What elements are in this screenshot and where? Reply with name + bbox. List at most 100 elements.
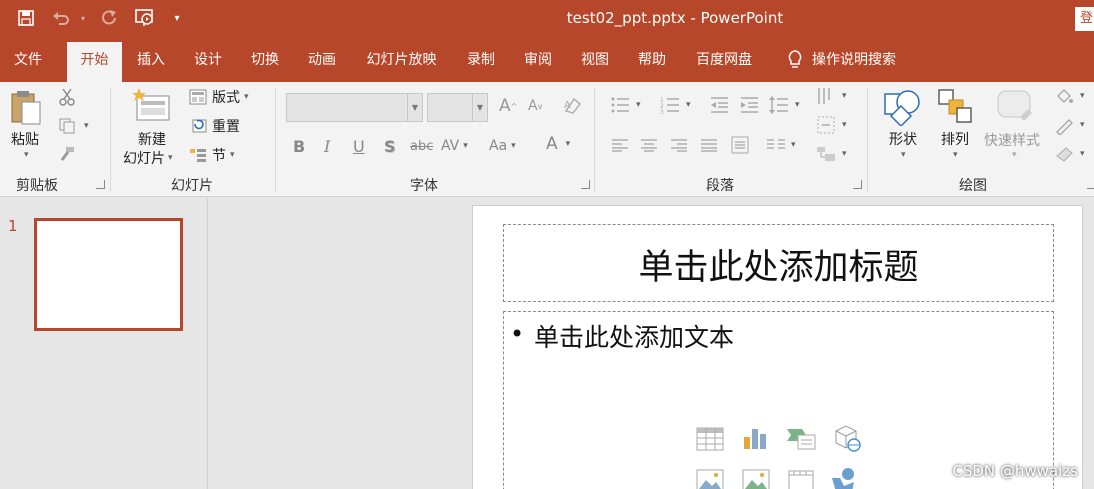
- sign-in-button[interactable]: 登: [1075, 7, 1094, 31]
- save-icon[interactable]: [14, 6, 38, 30]
- group-separator: [275, 88, 276, 192]
- arrange-dropdown-icon[interactable]: ▾: [953, 150, 958, 160]
- arrange-icon[interactable]: [937, 88, 975, 130]
- insert-chart-icon[interactable]: [742, 425, 768, 455]
- character-spacing-button[interactable]: AV ▾: [441, 135, 468, 157]
- case-glyph: Aa: [489, 138, 508, 154]
- shrink-font-glyph: A: [528, 98, 538, 114]
- chevron-down-icon: ▼: [472, 94, 487, 121]
- tab-record[interactable]: 录制: [456, 42, 506, 82]
- underline-button[interactable]: U: [353, 135, 365, 157]
- align-text-icon[interactable]: ▾: [816, 115, 847, 135]
- content-placeholder-text: 单击此处添加文本: [534, 323, 735, 352]
- font-launcher-icon[interactable]: [581, 180, 590, 189]
- insert-video-icon[interactable]: [788, 469, 814, 489]
- group-separator: [594, 88, 595, 192]
- insert-picture-icon[interactable]: [696, 469, 724, 489]
- new-slide-icon[interactable]: [132, 88, 173, 128]
- slide-number: 1: [8, 217, 18, 235]
- quick-styles-dropdown-icon[interactable]: ▾: [1012, 150, 1017, 160]
- drawing-launcher-icon[interactable]: [1087, 180, 1094, 189]
- clipboard-launcher-icon[interactable]: [96, 180, 105, 189]
- tab-baidu-netdisk[interactable]: 百度网盘: [684, 42, 764, 82]
- insert-icons-icon[interactable]: [830, 466, 860, 489]
- format-painter-icon[interactable]: [58, 145, 76, 163]
- clear-formatting-icon[interactable]: A: [563, 96, 583, 116]
- justify-icon[interactable]: [701, 138, 717, 152]
- increase-indent-icon[interactable]: [739, 96, 759, 114]
- font-name-select[interactable]: ▼: [286, 93, 423, 122]
- copy-icon[interactable]: ▾: [58, 117, 89, 135]
- tab-help[interactable]: 帮助: [627, 42, 677, 82]
- tab-slideshow[interactable]: 幻灯片放映: [355, 42, 448, 82]
- decrease-indent-icon[interactable]: [709, 96, 729, 114]
- insert-smartart-icon[interactable]: [786, 425, 816, 455]
- shape-effects-icon[interactable]: ▾: [1054, 144, 1085, 164]
- tab-design[interactable]: 设计: [183, 42, 233, 82]
- layout-button[interactable]: 版式 ▾: [189, 87, 249, 107]
- slide-canvas[interactable]: 单击此处添加标题 • 单击此处添加文本: [472, 205, 1083, 489]
- paste-icon[interactable]: [8, 88, 48, 128]
- increase-font-size-button[interactable]: A ^: [499, 96, 517, 116]
- align-right-icon[interactable]: [671, 138, 687, 152]
- insert-table-icon[interactable]: [696, 427, 724, 455]
- section-button[interactable]: 节 ▾: [189, 145, 235, 165]
- undo-icon[interactable]: [50, 6, 72, 30]
- quick-styles-icon[interactable]: [994, 89, 1034, 129]
- distributed-icon[interactable]: [731, 136, 749, 154]
- bold-button[interactable]: B: [293, 135, 305, 157]
- tab-view[interactable]: 视图: [570, 42, 620, 82]
- title-placeholder-text: 单击此处添加标题: [638, 248, 919, 288]
- font-size-select[interactable]: ▼: [427, 93, 488, 122]
- customize-qat-icon[interactable]: ▾: [170, 6, 184, 30]
- arrange-button[interactable]: 排列: [941, 129, 969, 149]
- text-shadow-button[interactable]: S: [384, 135, 396, 157]
- reset-button[interactable]: 重置: [189, 116, 240, 136]
- new-slide-label-1[interactable]: 新建: [138, 129, 166, 149]
- cut-icon[interactable]: [58, 87, 76, 107]
- slide-thumbnail[interactable]: [34, 218, 183, 331]
- new-slide-label-2[interactable]: 幻灯片 ▾: [123, 148, 173, 168]
- align-center-icon[interactable]: [641, 138, 657, 152]
- shape-fill-icon[interactable]: ▾: [1054, 86, 1085, 106]
- start-from-beginning-icon[interactable]: [133, 6, 157, 30]
- paste-dropdown-icon[interactable]: ▾: [24, 150, 29, 160]
- tab-home[interactable]: 开始: [67, 42, 122, 82]
- tab-animations[interactable]: 动画: [297, 42, 347, 82]
- change-case-button[interactable]: Aa ▾: [489, 135, 516, 157]
- paste-button[interactable]: 粘贴: [11, 129, 39, 149]
- decrease-font-size-button[interactable]: Av: [528, 98, 542, 114]
- bullets-icon[interactable]: ▾: [610, 96, 641, 114]
- title-placeholder[interactable]: 单击此处添加标题: [503, 224, 1054, 302]
- quick-styles-button[interactable]: 快速样式: [984, 130, 1040, 150]
- strikethrough-button[interactable]: abc: [410, 135, 433, 157]
- insert-3d-model-icon[interactable]: [832, 423, 862, 457]
- text-direction-icon[interactable]: ▾: [816, 86, 847, 106]
- shape-outline-icon[interactable]: ▾: [1054, 115, 1085, 135]
- paragraph-launcher-icon[interactable]: [853, 180, 862, 189]
- font-color-button[interactable]: A ▾: [546, 133, 570, 155]
- chevron-down-icon: ▼: [407, 94, 422, 121]
- align-left-icon[interactable]: [612, 138, 628, 152]
- undo-dropdown-icon[interactable]: ▾: [77, 6, 89, 30]
- group-label-font: 字体: [410, 178, 438, 194]
- insert-stock-images-icon[interactable]: [742, 469, 770, 489]
- tab-file[interactable]: 文件: [0, 42, 56, 82]
- numbering-icon[interactable]: 1 2 3 ▾: [660, 96, 691, 114]
- bullet-glyph: •: [510, 320, 525, 348]
- tab-review[interactable]: 审阅: [513, 42, 563, 82]
- ribbon-tabs: 文件 开始 插入 设计 切换 动画 幻灯片放映 录制 审阅 视图 帮助 百度网盘…: [0, 37, 1094, 82]
- shapes-button[interactable]: 形状: [889, 129, 917, 149]
- new-slide-label-2-text: 幻灯片: [123, 151, 165, 167]
- tab-transitions[interactable]: 切换: [240, 42, 290, 82]
- italic-button[interactable]: I: [324, 135, 330, 157]
- convert-smartart-icon[interactable]: ▾: [816, 144, 847, 164]
- shapes-icon[interactable]: [883, 88, 923, 130]
- tab-insert[interactable]: 插入: [126, 42, 176, 82]
- tell-me-search[interactable]: 操作说明搜索: [812, 42, 912, 82]
- redo-icon[interactable]: [98, 6, 120, 30]
- shapes-dropdown-icon[interactable]: ▾: [901, 150, 906, 160]
- group-separator: [110, 88, 111, 192]
- line-spacing-icon[interactable]: ▾: [769, 96, 800, 114]
- columns-icon[interactable]: ▾: [767, 138, 796, 152]
